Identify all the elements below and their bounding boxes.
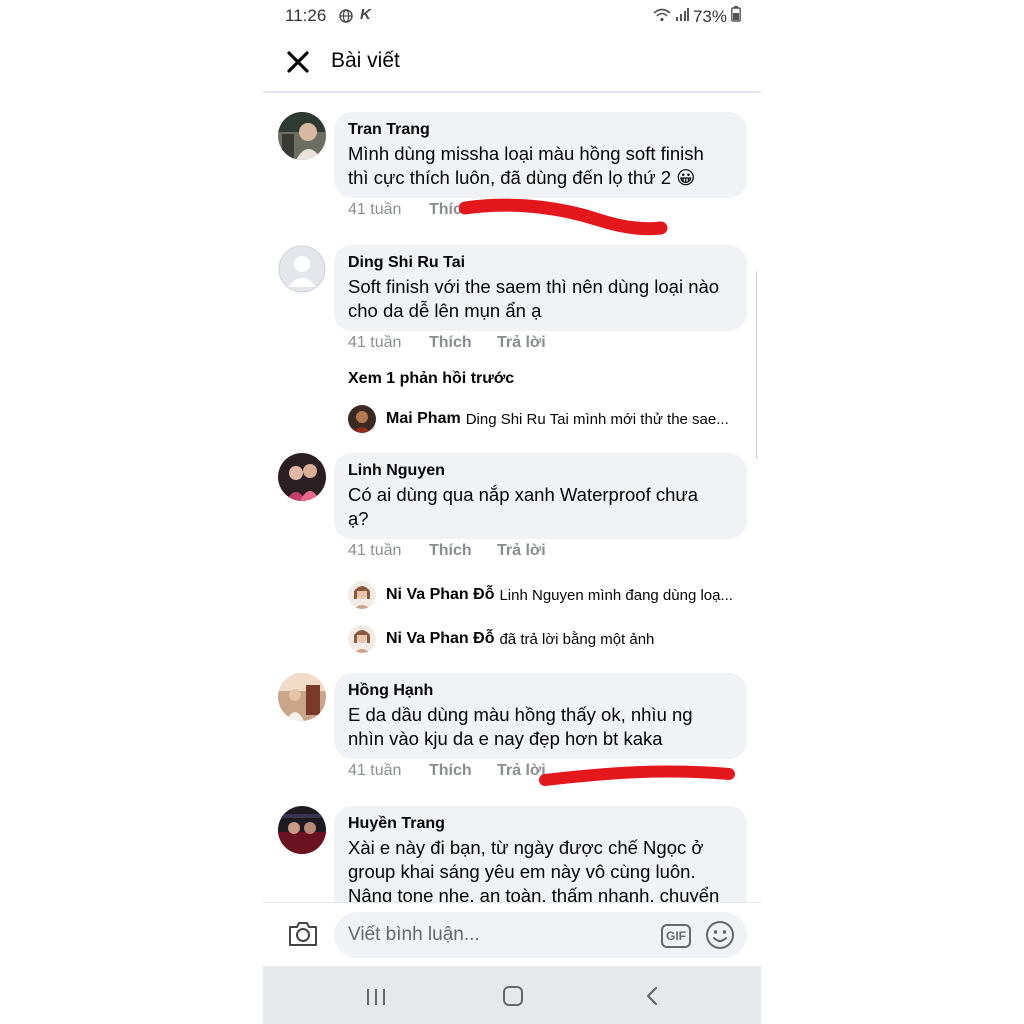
page-title: Bài viết [331,49,400,72]
avatar[interactable] [278,673,326,721]
status-time: 11:26 [285,6,327,25]
k-app-icon: K [360,6,371,23]
close-icon[interactable] [285,49,311,75]
reply-preview[interactable]: Ni Va Phan Đỗ Linh Nguyen mình đang dùng… [348,580,733,610]
avatar[interactable] [278,112,326,160]
status-bar: 11:26 K 73% [263,0,761,32]
globe-icon [339,9,353,28]
comment-bubble: Huyền Trang Xài e này đi bạn, từ ngày đư… [334,806,747,916]
comment-time: 41 tuần [348,334,402,351]
comment-text-line: nhìn vào kju da e nay đẹp hơn bt kaka [348,728,663,749]
comment-text-line: E da dầu dùng màu hồng thấy ok, nhìu ng [348,704,693,725]
signal-icon [675,7,689,27]
status-right: 73% [653,6,741,27]
avatar[interactable] [278,806,326,854]
reply-author[interactable]: Ni Va Phan Đỗ [386,630,494,648]
comment-time: 41 tuần [348,201,402,218]
avatar[interactable] [348,405,376,433]
comment-author[interactable]: Ding Shi Ru Tai [348,253,733,273]
red-annotation-stroke [539,765,735,786]
reply-author[interactable]: Mai Pham [386,410,461,428]
comment-bubble: Linh Nguyen Có ai dùng qua nắp xanh Wate… [334,453,747,539]
view-previous-replies-link[interactable]: Xem 1 phản hồi trước [348,370,514,388]
comment-text-line: group khai sáng yêu em này vô cùng luôn. [348,861,696,882]
battery-percent: 73% [692,6,727,26]
comment-author[interactable]: Linh Nguyen [348,461,733,481]
comment-author[interactable]: Hồng Hạnh [348,681,733,701]
battery-icon [731,6,741,27]
like-link[interactable]: Thích [429,542,497,560]
comment-bubble: Hồng Hạnh E da dầu dùng màu hồng thấy ok… [334,673,747,759]
like-link[interactable]: Thích [429,334,497,352]
avatar[interactable] [278,245,326,293]
comment-text-line: ạ? [348,508,369,529]
home-icon[interactable] [503,986,523,1006]
emoji-icon[interactable] [705,920,735,950]
reply-text: Ding Shi Ru Tai mình mới thử the sae... [465,410,729,428]
system-navbar [263,966,761,1024]
comment-time: 41 tuần [348,542,402,559]
reply-text: đã trả lời bằng một ảnh [499,630,655,648]
comment-text-line: cho da dễ lên mụn ẩn ạ [348,300,542,321]
comment-meta: 41 tuần Thích Trả lời [348,334,546,352]
camera-icon[interactable] [287,920,319,948]
comment-text-line: Soft finish với the saem thì nên dùng lo… [348,276,720,297]
avatar[interactable] [348,581,376,609]
reply-link[interactable]: Trả lời [497,542,546,560]
comment-text-line: Xài e này đi bạn, từ ngày được chế Ngọc … [348,837,704,858]
reply-link[interactable]: Trả lời [497,334,546,352]
comment-time: 41 tuần [348,762,402,779]
red-annotation-stroke [459,198,668,236]
comment-bubble: Tran Trang Mình dùng missha loại màu hồn… [334,112,747,198]
comment-meta: 41 tuần Thích Trả lời [348,762,546,780]
comment-text-line: Có ai dùng qua nắp xanh Waterproof chưa [348,484,699,505]
back-icon[interactable] [645,986,659,1006]
avatar[interactable] [278,453,326,501]
phone-screen: 11:26 K 73% Bài viết Tran Trang Mình dùn… [263,0,761,1024]
gif-icon[interactable]: GIF [661,924,691,948]
comment-text-line: thì cực thích luôn, đã dùng đến lọ thứ 2… [348,167,696,188]
scrollbar[interactable] [756,270,761,460]
post-header: Bài viết [263,36,761,93]
wifi-icon [653,7,671,27]
comment-meta: 41 tuần Thích Trả lời [348,542,546,560]
comment-text-line: Mình dùng missha loại màu hồng soft fini… [348,143,704,164]
comment-bubble: Ding Shi Ru Tai Soft finish với the saem… [334,245,747,331]
reply-preview[interactable]: Ni Va Phan Đỗ đã trả lời bằng một ảnh [348,624,654,654]
comment-author[interactable]: Tran Trang [348,120,733,140]
like-link[interactable]: Thích [429,762,497,780]
reply-text: Linh Nguyen mình đang dùng loạ... [499,586,733,604]
avatar[interactable] [348,625,376,653]
recent-apps-icon[interactable] [365,988,387,1006]
reply-author[interactable]: Ni Va Phan Đỗ [386,586,494,604]
comment-composer: GIF [263,902,761,967]
reply-preview[interactable]: Mai Pham Ding Shi Ru Tai mình mới thử th… [348,404,729,434]
comment-author[interactable]: Huyền Trang [348,814,733,834]
